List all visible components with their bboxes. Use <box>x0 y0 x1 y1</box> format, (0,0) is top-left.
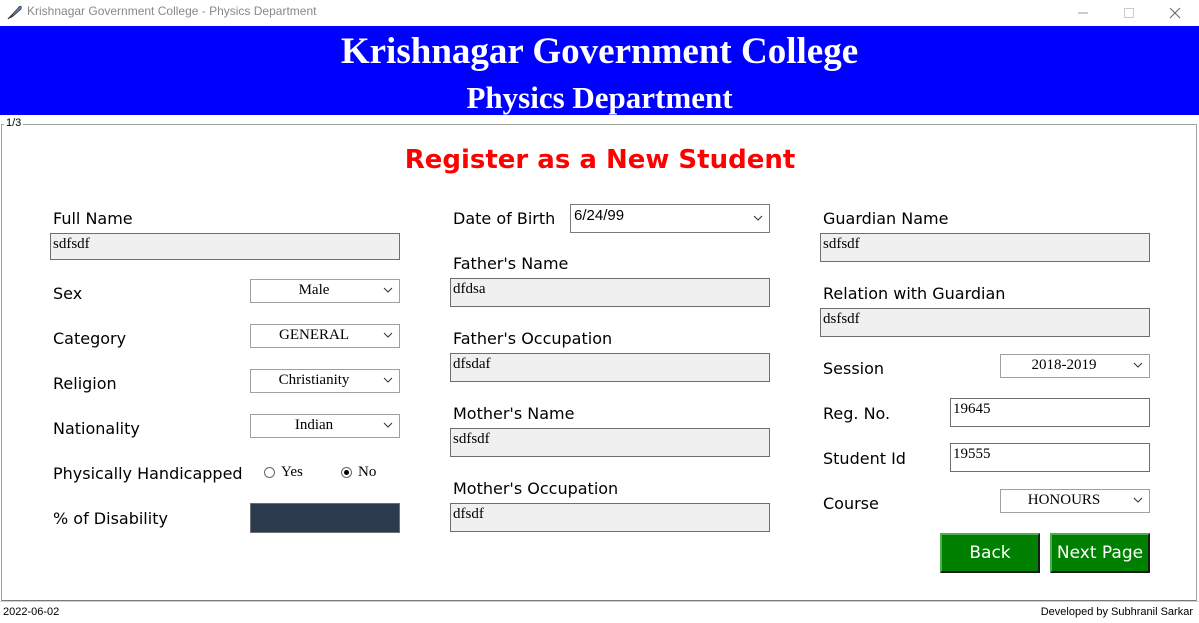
student-id-label: Student Id <box>823 449 906 468</box>
app-feather-icon <box>7 5 22 20</box>
chevron-down-icon <box>383 287 393 293</box>
disability-label: % of Disability <box>53 509 168 528</box>
handicapped-no-radio[interactable]: No <box>341 464 376 481</box>
chevron-down-icon <box>383 422 393 428</box>
mother-name-input[interactable]: sdfsdf <box>450 428 770 457</box>
maximize-icon <box>1124 7 1134 18</box>
category-value: GENERAL <box>279 327 349 343</box>
mother-occupation-input[interactable]: dfsdf <box>450 503 770 532</box>
session-select[interactable]: 2018-2019 <box>1000 354 1150 378</box>
mother-occupation-label: Mother's Occupation <box>453 479 619 498</box>
dob-picker[interactable]: 6/24/99 <box>570 204 770 233</box>
chevron-down-icon <box>383 377 393 383</box>
minimize-button[interactable] <box>1060 0 1106 25</box>
dob-value: 6/24/99 <box>574 207 625 224</box>
relation-label: Relation with Guardian <box>823 284 1006 303</box>
college-name: Krishnagar Government College <box>340 31 859 72</box>
course-value: HONOURS <box>1027 492 1101 508</box>
student-id-input[interactable]: 19555 <box>950 443 1150 472</box>
status-bar <box>0 601 1199 623</box>
status-date: 2022-06-02 <box>3 606 60 618</box>
nationality-value: Indian <box>294 417 334 433</box>
mother-name-label: Mother's Name <box>453 404 575 423</box>
relation-input[interactable]: dsfsdf <box>820 308 1150 337</box>
father-occupation-input[interactable]: dfsdaf <box>450 353 770 382</box>
nationality-select[interactable]: Indian <box>250 414 400 438</box>
category-label: Category <box>53 329 127 348</box>
father-occupation-label: Father's Occupation <box>453 329 613 348</box>
full-name-label: Full Name <box>53 209 133 228</box>
sex-label: Sex <box>53 284 83 303</box>
course-label: Course <box>823 494 879 513</box>
radio-checked-icon <box>341 467 352 478</box>
father-name-label: Father's Name <box>453 254 569 273</box>
guardian-name-label: Guardian Name <box>823 209 949 228</box>
session-value: 2018-2019 <box>1031 357 1097 373</box>
window-title: Krishnagar Government College - Physics … <box>27 4 317 18</box>
sex-value: Male <box>298 282 330 298</box>
course-select[interactable]: HONOURS <box>1000 489 1150 513</box>
religion-value: Christianity <box>278 372 350 388</box>
reg-no-label: Reg. No. <box>823 404 891 423</box>
full-name-input[interactable]: sdfsdf <box>50 233 400 260</box>
department-name: Physics Department <box>466 80 733 115</box>
chevron-down-icon <box>1133 497 1143 503</box>
father-name-input[interactable]: dfdsa <box>450 278 770 307</box>
form-title: Register as a New Student <box>404 145 796 175</box>
religion-label: Religion <box>53 374 117 393</box>
back-button[interactable]: Back <box>940 533 1040 573</box>
handicapped-no-label: No <box>358 464 377 480</box>
guardian-name-input[interactable]: sdfsdf <box>820 233 1150 262</box>
next-page-button[interactable]: Next Page <box>1050 533 1150 573</box>
reg-no-input[interactable]: 19645 <box>950 398 1150 427</box>
developer-credit: Developed by Subhranil Sarkar <box>1040 606 1193 618</box>
session-label: Session <box>823 359 885 378</box>
nationality-label: Nationality <box>53 419 140 438</box>
chevron-down-icon <box>383 332 393 338</box>
page-indicator: 1/3 <box>4 117 24 129</box>
chevron-down-icon <box>753 215 763 221</box>
close-icon <box>1169 7 1181 18</box>
disability-input[interactable] <box>250 503 400 533</box>
minimize-icon <box>1078 12 1088 13</box>
sex-select[interactable]: Male <box>250 279 400 303</box>
handicapped-yes-radio[interactable]: Yes <box>264 464 303 481</box>
religion-select[interactable]: Christianity <box>250 369 400 393</box>
chevron-down-icon <box>1133 362 1143 368</box>
radio-unchecked-icon <box>264 467 275 478</box>
handicapped-label: Physically Handicapped <box>53 464 243 483</box>
dob-label: Date of Birth <box>453 209 556 228</box>
category-select[interactable]: GENERAL <box>250 324 400 348</box>
handicapped-yes-label: Yes <box>281 464 303 480</box>
close-button[interactable] <box>1152 0 1198 25</box>
maximize-button[interactable] <box>1106 0 1152 25</box>
